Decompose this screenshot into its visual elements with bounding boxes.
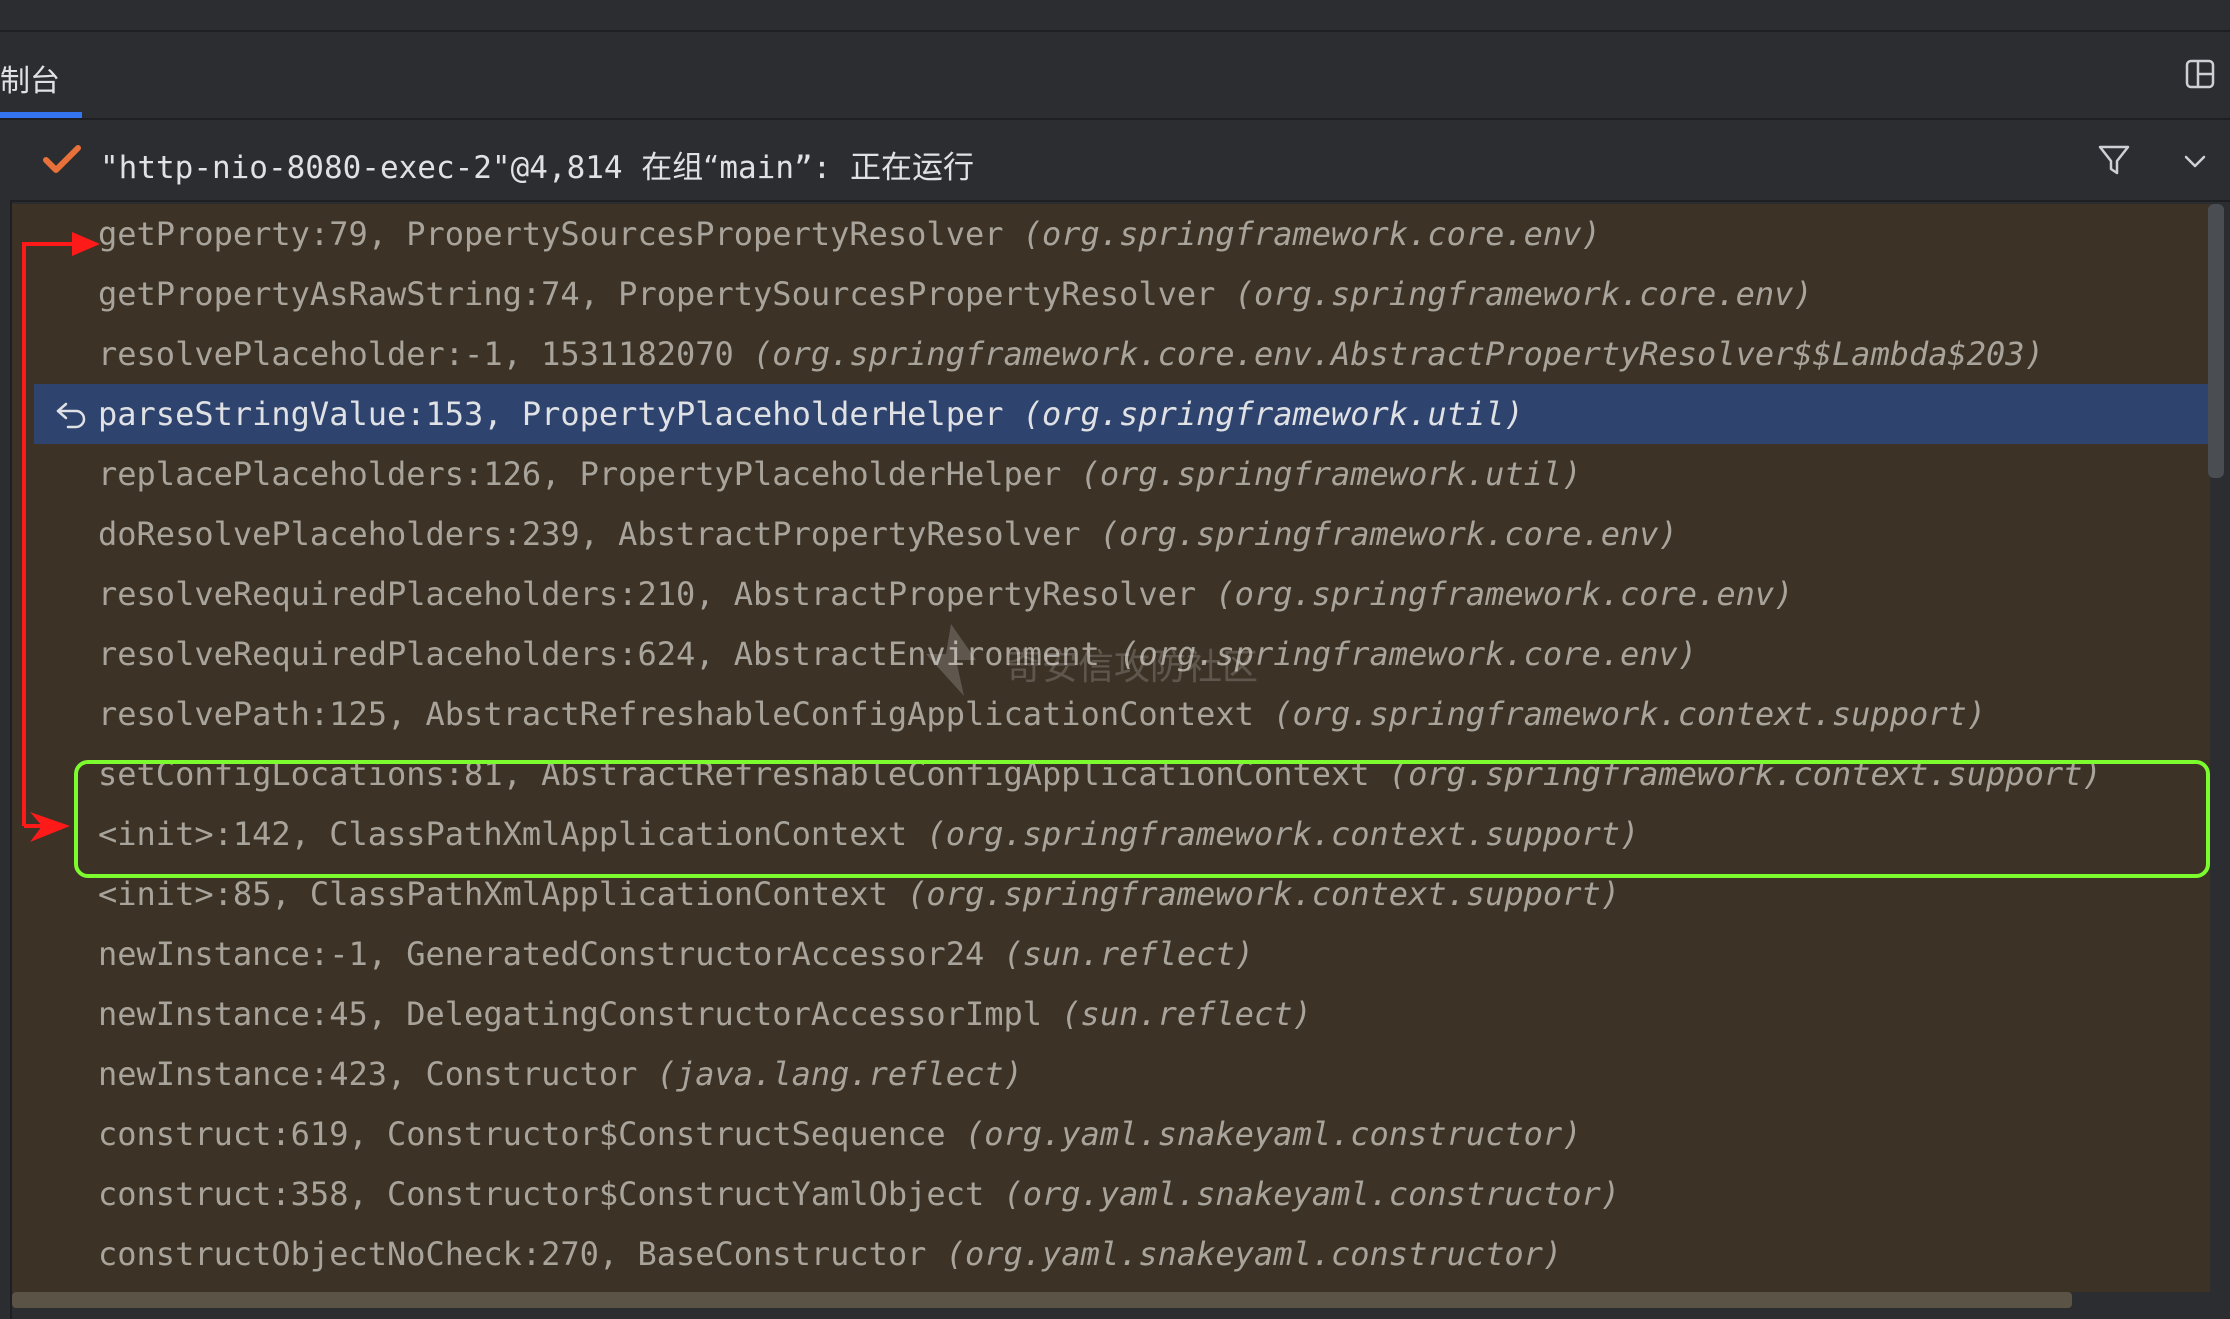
stack-frame-text: replacePlaceholders:126, PropertyPlaceho…: [98, 444, 1581, 504]
left-gutter: [0, 120, 12, 1319]
stack-frame[interactable]: replacePlaceholders:126, PropertyPlaceho…: [12, 444, 2210, 504]
thread-selector[interactable]: "http-nio-8080-exec-2"@4,814 在组“main”: 正…: [10, 120, 2230, 202]
stack-frame-text: getPropertyAsRawString:74, PropertySourc…: [98, 264, 1813, 324]
stack-frame-text: construct:358, Constructor$ConstructYaml…: [98, 1164, 1620, 1224]
frame-class: 1531182070: [541, 335, 754, 373]
thread-group-suffix: ”:: [793, 150, 832, 186]
frame-package: (org.springframework.context.support): [907, 875, 1620, 913]
stack-frame[interactable]: resolvePlaceholder:-1, 1531182070 (org.s…: [12, 324, 2210, 384]
frame-package: (org.springframework.util): [1022, 395, 1524, 433]
stack-frame[interactable]: doResolvePlaceholders:239, AbstractPrope…: [12, 504, 2210, 564]
frame-method: getProperty:79,: [98, 215, 407, 253]
thread-group-prefix: 在组“: [641, 150, 720, 186]
frame-method: newInstance:423,: [98, 1055, 426, 1093]
frame-method: parseStringValue:153,: [98, 395, 522, 433]
frame-class: ClassPathXmlApplicationContext: [309, 875, 908, 913]
stack-frame-text: newInstance:45, DelegatingConstructorAcc…: [98, 984, 1312, 1044]
stack-frame-text: parseStringValue:153, PropertyPlaceholde…: [98, 384, 1524, 444]
vertical-scrollbar[interactable]: [2208, 204, 2224, 478]
frame-class: PropertyPlaceholderHelper: [521, 395, 1023, 433]
frame-package: (org.yaml.snakeyaml.constructor): [945, 1235, 1563, 1273]
frame-package: (org.springframework.core.env): [1234, 275, 1813, 313]
stack-frame-text: doResolvePlaceholders:239, AbstractPrope…: [98, 504, 1678, 564]
frame-package: (sun.reflect): [1061, 995, 1312, 1033]
watermark-logo-icon: [926, 624, 976, 696]
debugger-window: 制台 "http-nio-8080-exec-2"@4,814 在组“main”…: [0, 0, 2230, 1319]
stack-frame-text: construct:619, Constructor$ConstructSequ…: [98, 1104, 1581, 1164]
stack-frame[interactable]: construct:358, Constructor$ConstructYaml…: [12, 1164, 2210, 1224]
stack-frame-selected[interactable]: parseStringValue:153, PropertyPlaceholde…: [34, 384, 2210, 444]
frame-class: Constructor: [425, 1055, 657, 1093]
thread-name: "http-nio-8080-exec-2"@4,814: [100, 150, 623, 186]
frame-package: (org.springframework.context.support): [1273, 695, 1987, 733]
stack-frame[interactable]: construct:619, Constructor$ConstructSequ…: [12, 1104, 2210, 1164]
frame-class: BaseConstructor: [637, 1235, 946, 1273]
frame-package: (org.yaml.snakeyaml.constructor): [964, 1115, 1582, 1153]
stack-frame-text: newInstance:-1, GeneratedConstructorAcce…: [98, 924, 1254, 984]
horizontal-scrollbar[interactable]: [12, 1292, 2072, 1308]
check-icon: [43, 145, 81, 173]
layout-toggle-icon[interactable]: [2184, 58, 2216, 90]
frame-package: (org.springframework.core.env): [1215, 575, 1794, 613]
thread-status: 正在运行: [849, 150, 974, 186]
watermark-text: 奇安信攻防社区: [1006, 647, 1259, 688]
bottom-edge: [12, 1308, 2230, 1319]
frame-method: resolvePlaceholder:-1,: [98, 335, 542, 373]
stack-frame[interactable]: getProperty:79, PropertySourcesPropertyR…: [12, 204, 2210, 264]
stack-frame[interactable]: newInstance:45, DelegatingConstructorAcc…: [12, 984, 2210, 1044]
frame-class: AbstractPropertyResolver: [618, 515, 1100, 553]
thread-group-name: main: [719, 150, 794, 186]
chevron-down-icon[interactable]: [2180, 148, 2210, 174]
stack-frame-text: constructObjectNoCheck:270, BaseConstruc…: [98, 1224, 1562, 1284]
frame-class: Constructor$ConstructSequence: [386, 1115, 965, 1153]
frame-class: PropertySourcesPropertyResolver: [406, 215, 1023, 253]
frame-method: constructObjectNoCheck:270,: [98, 1235, 638, 1273]
frame-method: resolveRequiredPlaceholders:624,: [98, 635, 734, 673]
top-bar: [0, 0, 2230, 32]
stack-frame-text: resolveRequiredPlaceholders:624, Abstrac…: [98, 624, 1697, 684]
stack-frame[interactable]: constructObjectNoCheck:270, BaseConstruc…: [12, 1224, 2210, 1284]
frame-class: PropertyPlaceholderHelper: [579, 455, 1081, 493]
annotation-highlight-box: [74, 760, 2210, 878]
stack-frame[interactable]: newInstance:423, Constructor (java.lang.…: [12, 1044, 2210, 1104]
frame-method: replacePlaceholders:126,: [98, 455, 580, 493]
tab-console[interactable]: 制台: [0, 56, 60, 100]
active-tab-indicator: [0, 112, 82, 118]
frame-method: newInstance:-1,: [98, 935, 407, 973]
frame-method: doResolvePlaceholders:239,: [98, 515, 619, 553]
tool-window-header: 制台: [0, 32, 2230, 120]
frame-method: resolvePath:125,: [98, 695, 426, 733]
frame-package: (sun.reflect): [1003, 935, 1254, 973]
stack-frame-text: newInstance:423, Constructor (java.lang.…: [98, 1044, 1023, 1104]
return-arrow-icon: [56, 402, 86, 429]
thread-label[interactable]: "http-nio-8080-exec-2"@4,814 在组“main”: 正…: [100, 142, 974, 187]
stack-frame[interactable]: resolveRequiredPlaceholders:210, Abstrac…: [12, 564, 2210, 624]
frame-package: (org.yaml.snakeyaml.constructor): [1003, 1175, 1620, 1213]
watermark: 奇安信攻防社区: [916, 620, 1336, 700]
stack-frame-text: resolvePlaceholder:-1, 1531182070 (org.s…: [98, 324, 2044, 384]
frame-class: Constructor$ConstructYamlObject: [386, 1175, 1004, 1213]
frame-class: PropertySourcesPropertyResolver: [618, 275, 1235, 313]
frame-class: DelegatingConstructorAccessorImpl: [406, 995, 1062, 1033]
frame-package: (java.lang.reflect): [656, 1055, 1023, 1093]
stack-frame-text: getProperty:79, PropertySourcesPropertyR…: [98, 204, 1601, 264]
filter-icon[interactable]: [2096, 142, 2132, 178]
frame-method: <init>:85,: [98, 875, 310, 913]
stack-frame[interactable]: getPropertyAsRawString:74, PropertySourc…: [12, 264, 2210, 324]
frame-package: (org.springframework.util): [1080, 455, 1582, 493]
stack-frame-text: resolveRequiredPlaceholders:210, Abstrac…: [98, 564, 1793, 624]
frame-class: AbstractPropertyResolver: [733, 575, 1216, 613]
frame-method: newInstance:45,: [98, 995, 407, 1033]
frame-method: construct:358,: [98, 1175, 387, 1213]
call-stack-frames: getProperty:79, PropertySourcesPropertyR…: [12, 204, 2210, 1292]
frame-class: AbstractRefreshableConfigApplicationCont…: [425, 695, 1274, 733]
frame-method: construct:619,: [98, 1115, 387, 1153]
stack-frame[interactable]: newInstance:-1, GeneratedConstructorAcce…: [12, 924, 2210, 984]
frame-package: (org.springframework.core.env.AbstractPr…: [753, 335, 2044, 373]
frame-method: getPropertyAsRawString:74,: [98, 275, 619, 313]
frame-method: resolveRequiredPlaceholders:210,: [98, 575, 734, 613]
frame-class: GeneratedConstructorAccessor24: [406, 935, 1004, 973]
frame-package: (org.springframework.core.env): [1022, 215, 1601, 253]
frame-package: (org.springframework.core.env): [1099, 515, 1678, 553]
